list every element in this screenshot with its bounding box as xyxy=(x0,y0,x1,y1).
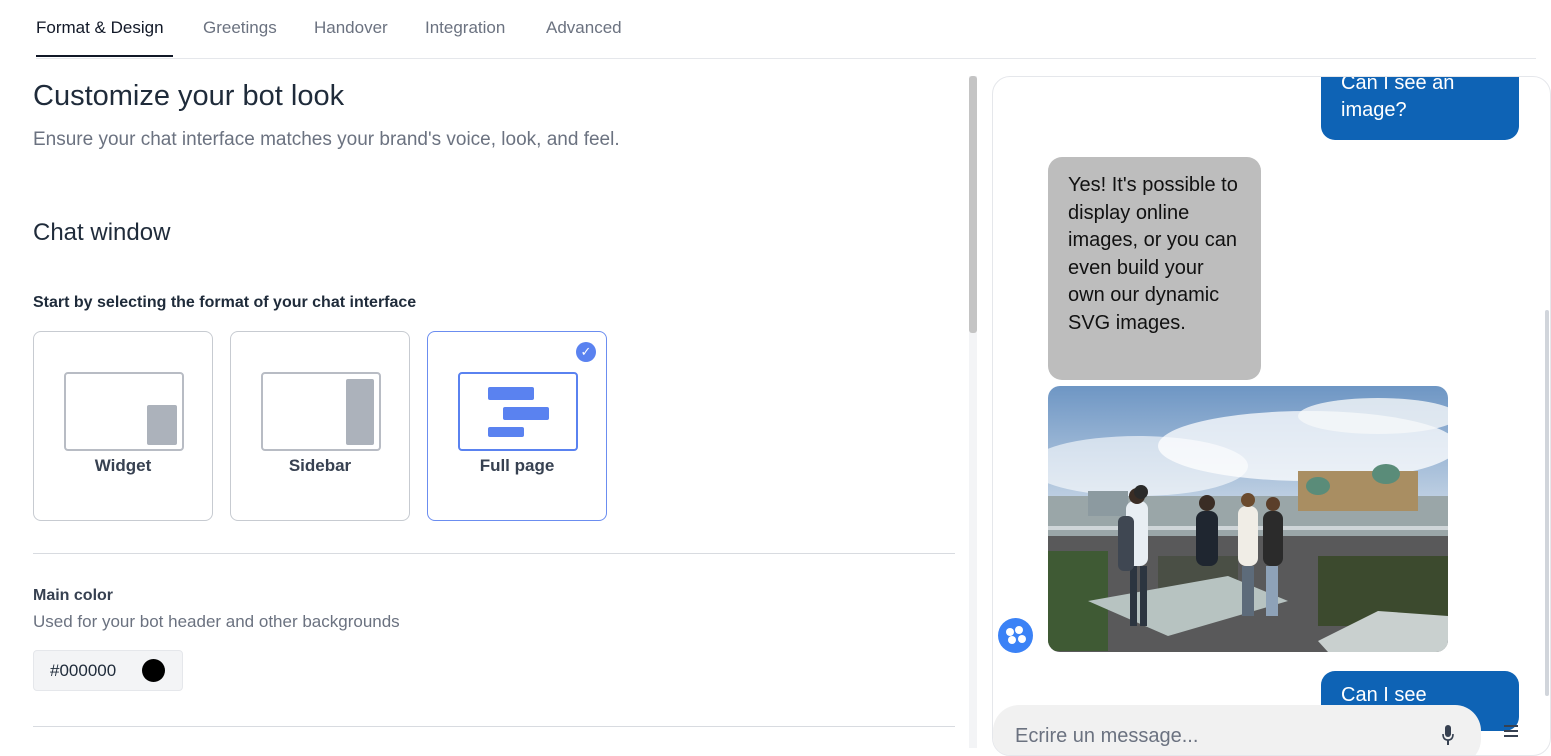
main-color-value[interactable]: #000000 xyxy=(50,661,130,681)
chat-scrollbar[interactable] xyxy=(1545,310,1549,696)
section-divider xyxy=(33,726,955,727)
tab-advanced[interactable]: Advanced xyxy=(546,18,622,38)
format-option-label: Sidebar xyxy=(288,456,352,475)
active-tab-indicator xyxy=(36,55,173,57)
main-color-input[interactable]: #000000 xyxy=(33,650,183,691)
tab-integration[interactable]: Integration xyxy=(425,18,505,38)
bot-avatar-icon xyxy=(998,618,1033,653)
microphone-icon[interactable] xyxy=(1441,723,1455,747)
chat-window-heading: Chat window xyxy=(33,219,171,246)
message-input[interactable]: Ecrire un message... xyxy=(993,705,1481,755)
bot-message: Yes! It's possible to display online ima… xyxy=(1048,157,1261,380)
sidebar-layout-icon xyxy=(261,372,381,451)
main-color-title: Main color xyxy=(33,587,114,604)
tab-format-design[interactable]: Format & Design xyxy=(36,18,164,38)
rooftop-photo xyxy=(1048,386,1448,652)
full-page-layout-icon xyxy=(458,372,578,451)
selected-check-icon: ✓ xyxy=(576,342,596,362)
format-option-full-page[interactable]: ✓ Full page xyxy=(427,331,607,521)
main-color-description: Used for your bot header and other backg… xyxy=(33,612,400,631)
format-option-label: Full page xyxy=(479,456,555,475)
menu-icon[interactable] xyxy=(1503,723,1519,739)
tab-bar: Format & Design Greetings Handover Integ… xyxy=(36,0,1536,59)
settings-scrollbar[interactable] xyxy=(969,76,977,748)
format-option-label: Widget xyxy=(94,456,152,475)
widget-layout-icon xyxy=(64,372,184,451)
page-subtitle: Ensure your chat interface matches your … xyxy=(33,129,620,150)
chat-preview: Can I see an image? Yes! It's possible t… xyxy=(992,76,1551,756)
page-title: Customize your bot look xyxy=(33,80,345,112)
bot-image-message[interactable] xyxy=(1048,386,1448,652)
settings-scrollbar-thumb[interactable] xyxy=(969,76,977,333)
message-input-placeholder[interactable]: Ecrire un message... xyxy=(1015,725,1198,748)
section-divider xyxy=(33,553,955,554)
user-message: Can I see an image? xyxy=(1321,77,1519,140)
tab-greetings[interactable]: Greetings xyxy=(203,18,277,38)
color-swatch[interactable] xyxy=(142,659,165,682)
format-option-widget[interactable]: Widget xyxy=(33,331,213,521)
tab-handover[interactable]: Handover xyxy=(314,18,388,38)
format-option-sidebar[interactable]: Sidebar xyxy=(230,331,410,521)
format-prompt: Start by selecting the format of your ch… xyxy=(33,294,417,311)
